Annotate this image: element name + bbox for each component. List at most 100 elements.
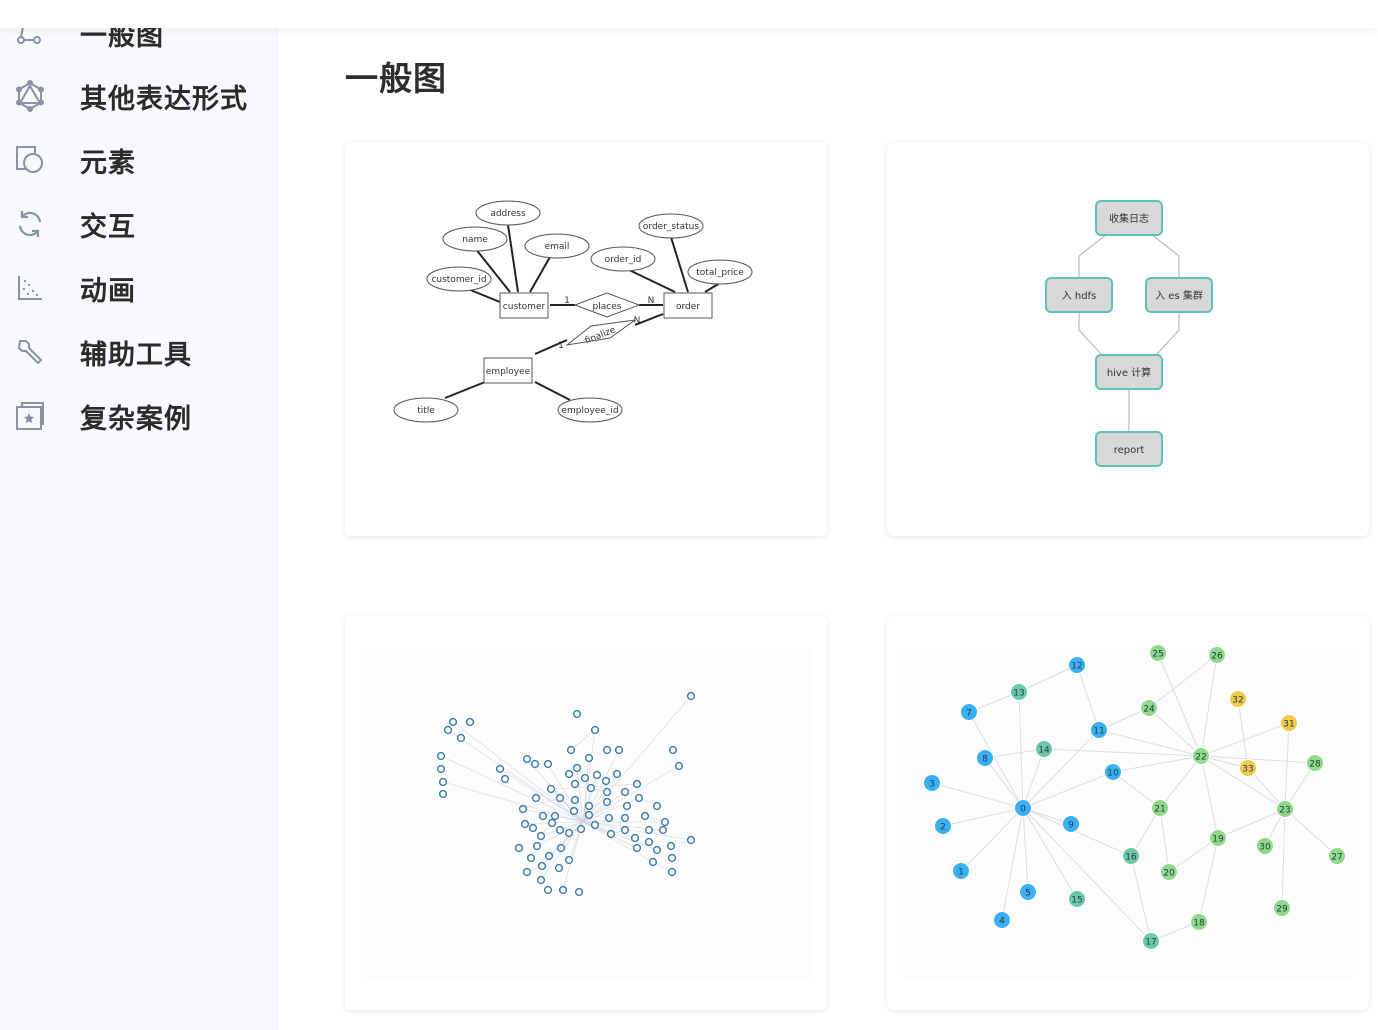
numbered-edge — [1022, 807, 1152, 942]
force-node — [555, 793, 565, 803]
er-diagram-thumbnail: address name email customer_id order_sta… — [393, 200, 753, 423]
graph-node: 16 — [1122, 847, 1140, 865]
force-node — [572, 763, 582, 773]
graph-node: 11 — [1090, 721, 1108, 739]
force-node — [570, 779, 580, 789]
force-node — [564, 769, 574, 779]
force-node — [666, 841, 676, 851]
numbered-edge — [1022, 807, 1029, 893]
sidebar-item-other-forms[interactable]: 其他表达形式 — [0, 71, 278, 121]
force-node — [612, 769, 622, 779]
example-card-force-graph[interactable] — [345, 616, 827, 1010]
force-node — [536, 875, 546, 885]
top-header-bar — [0, 0, 1378, 28]
flow-node-report: report — [1114, 445, 1145, 456]
force-node — [592, 770, 602, 780]
numbered-nodes: 0123457891011121314151617181920212223242… — [923, 644, 1346, 950]
graph-node-label: 30 — [1259, 843, 1271, 853]
force-edge — [440, 755, 584, 823]
graph-node-label: 8 — [982, 755, 988, 765]
force-edge — [442, 781, 584, 823]
graph-node-label: 2 — [940, 823, 946, 833]
force-node — [547, 818, 557, 828]
er-attr-title: title — [417, 406, 435, 416]
force-node — [543, 759, 553, 769]
graph-node: 27 — [1328, 847, 1346, 865]
graph-node-label: 9 — [1068, 821, 1074, 831]
sidebar-item-complex-cases[interactable]: 复杂案例 — [0, 391, 278, 441]
graph-node-label: 23 — [1279, 806, 1290, 816]
force-node — [590, 725, 600, 735]
graph-node: 30 — [1256, 837, 1274, 855]
force-node — [558, 885, 568, 895]
numbered-edge — [1022, 729, 1100, 809]
numbered-graph-thumbnail: 0123457891011121314151617181920212223242… — [923, 644, 1346, 950]
graph-node: 3 — [923, 774, 941, 792]
graph-node-label: 12 — [1071, 662, 1082, 672]
force-node — [538, 811, 548, 821]
sidebar-item-tools[interactable]: 辅助工具 — [0, 327, 278, 377]
sidebar-item-animation[interactable]: 动画 — [0, 263, 278, 313]
example-card-flow-diagram[interactable]: 收集日志 入 hdfs 入 es 集群 hive 计算 report — [887, 142, 1369, 536]
graph-node: 1 — [952, 862, 970, 880]
numbered-edge — [1022, 807, 1132, 857]
force-node — [622, 801, 632, 811]
graph-node-label: 10 — [1107, 769, 1119, 779]
force-edge — [582, 695, 692, 823]
main-content: 一般图 address name email customer_id order… — [279, 0, 1378, 1030]
force-node — [570, 795, 580, 805]
sidebar-item-elements[interactable]: 元素 — [0, 135, 278, 185]
force-node — [658, 825, 668, 835]
force-node — [564, 855, 574, 865]
scatter-animation-icon — [14, 272, 46, 304]
numbered-edge — [1284, 808, 1338, 857]
force-node — [686, 691, 696, 701]
force-node — [644, 825, 654, 835]
force-node — [528, 823, 538, 833]
numbered-edge — [1159, 807, 1170, 873]
force-node — [602, 745, 612, 755]
force-node — [564, 828, 574, 838]
force-node — [574, 887, 584, 897]
graph-node: 5 — [1019, 883, 1037, 901]
example-card-er-diagram[interactable]: address name email customer_id order_sta… — [345, 142, 827, 536]
numbered-edge — [1200, 654, 1218, 757]
numbered-edge — [1157, 652, 1202, 757]
shapes-icon — [14, 144, 46, 176]
sidebar-item-label: 复杂案例 — [80, 403, 192, 435]
force-node — [536, 831, 546, 841]
graph-node-label: 17 — [1145, 938, 1156, 948]
graph-node-label: 5 — [1025, 889, 1031, 899]
er-attr-order-id: order_id — [605, 255, 642, 265]
graph-node-label: 32 — [1232, 696, 1243, 706]
er-entity-order: order — [676, 302, 700, 312]
er-relation-places: places — [593, 302, 622, 312]
force-node — [546, 784, 556, 794]
graph-node-label: 13 — [1013, 689, 1024, 699]
graph-node-label: 20 — [1163, 869, 1175, 879]
graph-node-label: 3 — [929, 780, 935, 790]
graph-node-label: 15 — [1071, 896, 1082, 906]
force-node — [674, 761, 684, 771]
numbered-edge — [1022, 771, 1114, 809]
force-node — [620, 825, 630, 835]
graph-node-label: 25 — [1152, 650, 1163, 660]
example-card-numbered-graph[interactable]: 0 1 2 3 4 5 7 8 9 10 11 12 13 14 15 16 17 18 19 20 21 22 23 24 2… — [887, 616, 1369, 1010]
graph-node: 4 — [993, 911, 1011, 929]
force-node — [586, 783, 596, 793]
graph-node: 22 — [1192, 747, 1210, 765]
numbered-edge — [1237, 698, 1249, 769]
sidebar: 一般图 其他表达形式 元素 交互 动画 辅助工具 复杂案例 — [0, 0, 278, 1030]
force-node — [606, 829, 616, 839]
force-node — [514, 843, 524, 853]
graph-node: 15 — [1068, 890, 1086, 908]
force-node — [436, 764, 446, 774]
sidebar-item-interaction[interactable]: 交互 — [0, 199, 278, 249]
flow-node-collect-logs: 收集日志 — [1109, 212, 1149, 225]
er-attr-address: address — [490, 209, 526, 219]
force-node — [604, 813, 614, 823]
force-node — [556, 843, 566, 853]
numbered-edge — [1148, 707, 1202, 757]
numbered-edge — [1284, 722, 1290, 810]
graph-node: 20 — [1160, 863, 1178, 881]
